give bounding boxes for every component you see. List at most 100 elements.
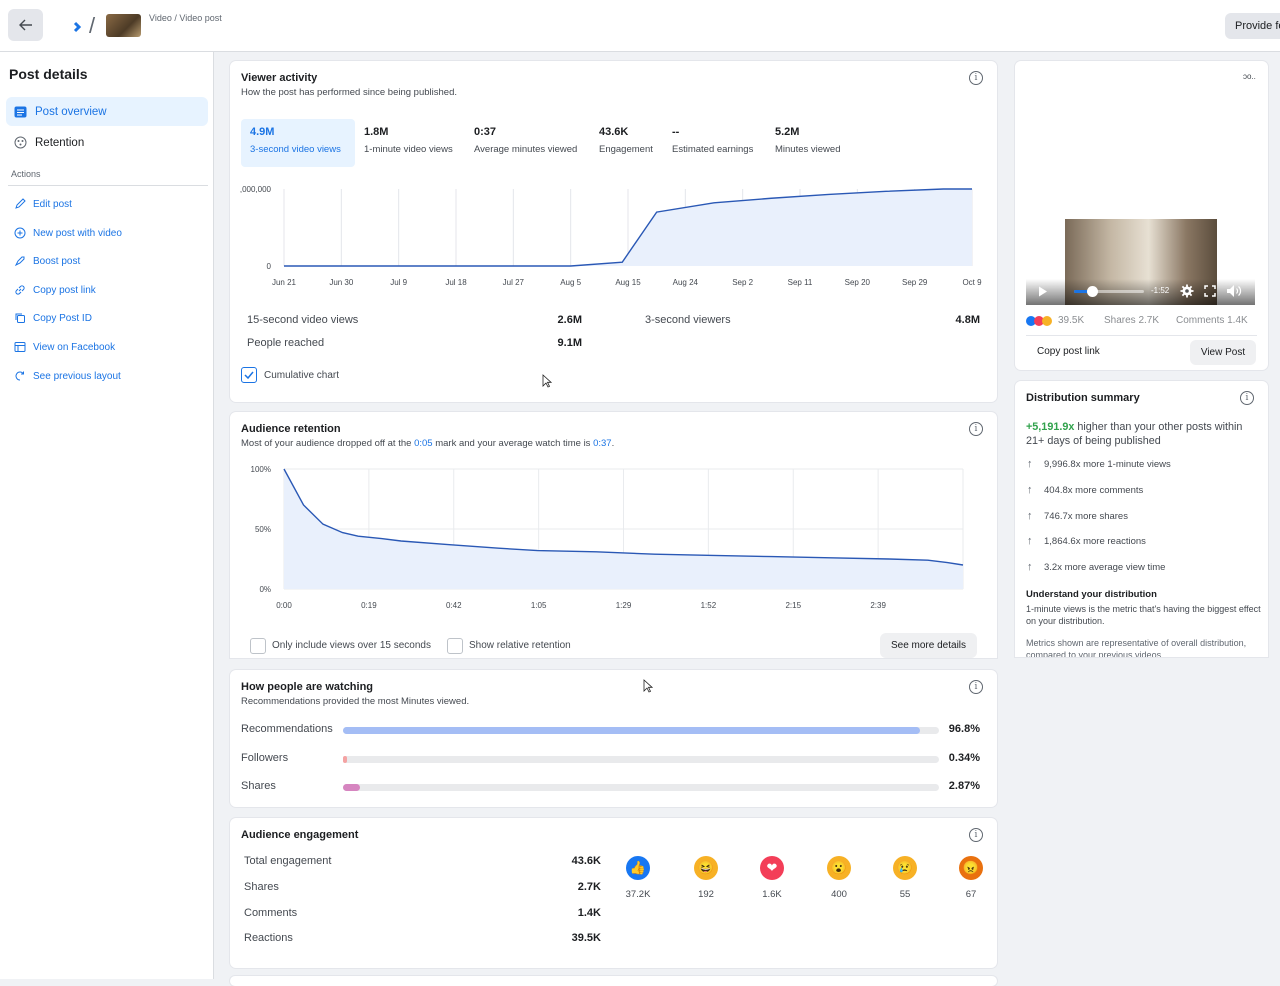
source-value: 0.34% <box>949 752 980 764</box>
stat-label: People reached <box>247 337 324 349</box>
reaction-haha: 😆 192 <box>681 856 731 900</box>
checkbox-label: Only include views over 15 seconds <box>272 640 431 651</box>
link-icon <box>14 284 27 297</box>
progress-handle[interactable] <box>1087 286 1098 297</box>
distribution-text: 3.2x more average view time <box>1044 562 1165 573</box>
metric-tab-earnings[interactable]: -- Estimated earnings <box>663 119 761 167</box>
copy-post-id-action[interactable]: Copy Post ID <box>14 311 92 325</box>
breadcrumb[interactable]: Video / Video post <box>149 13 222 23</box>
card-title: Distribution summary <box>1026 392 1140 404</box>
views-chart: Jun 21Jun 30Jul 9Jul 18Jul 27Aug 5Aug 15… <box>230 179 997 294</box>
reaction-count: 192 <box>681 889 731 900</box>
source-bar-track <box>343 727 939 734</box>
metric-value: 5.2M <box>775 126 840 138</box>
provide-feedback-button[interactable]: Provide fe <box>1225 13 1280 39</box>
only-15s-checkbox[interactable] <box>250 638 266 654</box>
metric-tab-3s-views[interactable]: 4.9M 3-second video views <box>241 119 355 167</box>
sidebar: Post details Post overview Retention Act… <box>0 52 214 979</box>
source-label: Shares <box>241 780 276 792</box>
view-on-facebook-link[interactable]: View on Facebook <box>14 340 115 354</box>
sidebar-item-retention[interactable]: Retention <box>6 128 208 157</box>
copy-post-link-button[interactable]: Copy post link <box>1037 346 1100 357</box>
more-menu[interactable]: ᴐo.. <box>1243 72 1256 81</box>
checkbox-label: Show relative retention <box>469 640 571 651</box>
distribution-footnote: Metrics shown are representative of over… <box>1026 637 1261 657</box>
headline-multiplier: +5,191.9x <box>1026 421 1074 433</box>
reaction-sad: 😢 55 <box>880 856 930 900</box>
x-tick-label: Sep 11 <box>788 278 813 287</box>
distribution-row: ↑1,864.6x more reactions <box>1027 535 1146 547</box>
distribution-row: ↑746.7x more shares <box>1027 510 1128 522</box>
post-overview-icon <box>13 105 27 119</box>
shares-count[interactable]: Shares 2.7K <box>1104 315 1159 326</box>
relative-retention-checkbox[interactable] <box>447 638 463 654</box>
angry-icon: 😠 <box>959 856 983 880</box>
metric-tab-avg-minutes[interactable]: 0:37 Average minutes viewed <box>465 119 585 167</box>
audience-retention-card: Audience retention Most of your audience… <box>230 412 997 658</box>
x-tick-label: Aug 15 <box>615 278 641 287</box>
x-tick-label: 0:19 <box>361 601 377 610</box>
metric-tab-engagement[interactable]: 43.6K Engagement <box>590 119 661 167</box>
source-bar-fill <box>343 727 920 734</box>
wow-icon: 😮 <box>827 856 851 880</box>
fullscreen-icon[interactable] <box>1204 285 1216 297</box>
metric-value: 43.6K <box>599 126 653 138</box>
cumulative-chart-checkbox[interactable] <box>241 367 257 383</box>
new-post-with-video-link[interactable]: New post with video <box>14 226 122 240</box>
distribution-headline: +5,191.9x higher than your other posts w… <box>1026 420 1261 448</box>
reaction-count: 37.2K <box>613 889 663 900</box>
divider <box>8 185 208 186</box>
x-tick-label: Jul 9 <box>390 278 407 287</box>
info-icon[interactable]: i <box>969 680 983 694</box>
info-icon[interactable]: i <box>969 422 983 436</box>
progress-track[interactable] <box>1074 290 1144 293</box>
back-button[interactable] <box>8 9 43 41</box>
reaction-summary[interactable]: 39.5K <box>1026 315 1084 326</box>
card-title: How people are watching <box>241 681 373 693</box>
see-previous-layout-link[interactable]: See previous layout <box>14 369 121 383</box>
engagement-value: 1.4K <box>578 907 601 919</box>
comments-count[interactable]: Comments 1.4K <box>1176 315 1248 326</box>
facebook-page-icon <box>14 341 27 354</box>
video-player[interactable]: -1:52 <box>1026 219 1255 305</box>
play-icon[interactable] <box>1038 286 1048 297</box>
see-more-details-button[interactable]: See more details <box>880 633 977 658</box>
gear-icon[interactable] <box>1180 284 1194 298</box>
drop-off-mark: 0:05 <box>414 438 433 449</box>
boost-post-link[interactable]: Boost post <box>14 254 80 268</box>
metric-tab-1min-views[interactable]: 1.8M 1-minute video views <box>355 119 461 167</box>
action-label: View on Facebook <box>33 342 115 353</box>
copy-post-link-action[interactable]: Copy post link <box>14 283 96 297</box>
volume-icon[interactable] <box>1226 284 1242 298</box>
sidebar-item-post-overview[interactable]: Post overview <box>6 97 208 126</box>
x-tick-label: Sep 20 <box>845 278 871 287</box>
arrow-up-icon: ↑ <box>1027 484 1039 496</box>
reaction-love: ❤ 1.6K <box>747 856 797 900</box>
info-icon[interactable]: i <box>969 71 983 85</box>
info-icon[interactable]: i <box>1240 391 1254 405</box>
x-tick-label: Aug 5 <box>560 278 581 287</box>
engagement-label: Total engagement <box>244 855 331 867</box>
arrow-up-icon: ↑ <box>1027 458 1039 470</box>
distribution-text: 746.7x more shares <box>1044 511 1128 522</box>
x-tick-label: 2:15 <box>785 601 801 610</box>
reaction-count: 1.6K <box>747 889 797 900</box>
metric-label: Estimated earnings <box>672 144 753 155</box>
action-label: Copy post link <box>33 285 96 296</box>
stat-label: 15-second video views <box>247 314 358 326</box>
actions-section-label: Actions <box>11 169 41 179</box>
time-remaining: -1:52 <box>1151 286 1169 295</box>
info-icon[interactable]: i <box>969 828 983 842</box>
video-thumbnail[interactable] <box>106 14 141 37</box>
engagement-value: 43.6K <box>572 855 601 867</box>
metric-tab-minutes-viewed[interactable]: 5.2M Minutes viewed <box>766 119 848 167</box>
like-icon: 👍 <box>626 856 650 880</box>
view-post-button[interactable]: View Post <box>1190 340 1256 365</box>
engagement-label: Comments <box>244 907 297 919</box>
understand-text: 1-minute views is the metric that's havi… <box>1026 603 1261 627</box>
rocket-icon <box>14 255 27 268</box>
engagement-label: Shares <box>244 881 279 893</box>
y-tick-label: 100% <box>251 465 271 474</box>
edit-post-link[interactable]: Edit post <box>14 197 72 211</box>
card-title: Viewer activity <box>241 72 317 84</box>
